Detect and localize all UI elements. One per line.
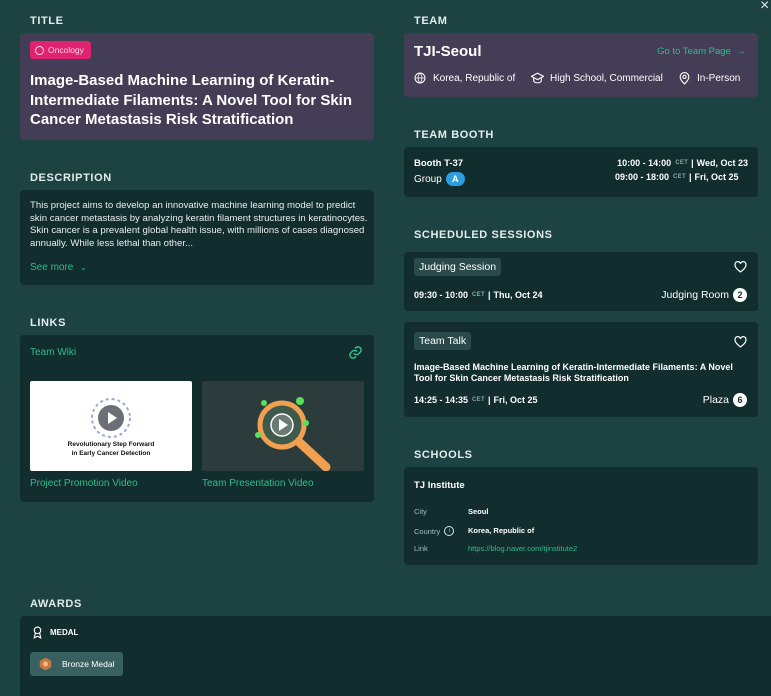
session-card-team-talk: Team Talk Image-Based Machine Learning o… bbox=[404, 322, 758, 417]
booth-time-1-range: 10:00 - 14:00 bbox=[617, 158, 672, 168]
team-booth-card: Booth T-37 Group A 10:00 - 14:00 CET | W… bbox=[404, 147, 758, 197]
oncology-icon bbox=[35, 45, 44, 55]
divider: | bbox=[487, 290, 491, 300]
schools-section-label: SCHOOLS bbox=[414, 449, 473, 461]
see-more-label: See more bbox=[30, 262, 74, 273]
booth-group: Group A bbox=[414, 172, 465, 186]
session-card-judging: Judging Session 09:30 - 10:00 CET | Thu,… bbox=[404, 252, 758, 311]
medal-heading: MEDAL bbox=[32, 626, 78, 639]
close-button[interactable]: × bbox=[760, 0, 769, 15]
session-day: Fri, Oct 25 bbox=[493, 395, 538, 405]
session-room: Judging Room 2 bbox=[661, 288, 747, 302]
session-room-label: Judging Room bbox=[661, 289, 729, 301]
school-country-label: Country bbox=[414, 526, 441, 536]
heart-icon[interactable] bbox=[734, 336, 747, 348]
scheduled-sessions-section-label: SCHEDULED SESSIONS bbox=[414, 229, 553, 241]
divider: | bbox=[691, 158, 694, 168]
team-name: TJI-Seoul bbox=[414, 43, 482, 60]
team-country-label: Korea, Republic of bbox=[433, 72, 516, 84]
arrow-right-icon: → bbox=[736, 46, 747, 57]
session-tz: CET bbox=[472, 397, 485, 403]
booth-time-2: 09:00 - 18:00 CET | Fri, Oct 25 bbox=[615, 172, 739, 182]
room-number-badge: 2 bbox=[733, 288, 747, 302]
booth-time-1: 10:00 - 14:00 CET | Wed, Oct 23 bbox=[617, 158, 748, 168]
session-time-range: 14:25 - 14:35 bbox=[414, 395, 469, 405]
medal-heading-label: MEDAL bbox=[50, 628, 79, 637]
graduation-cap-icon bbox=[531, 72, 544, 84]
school-link[interactable]: https://blog.naver.com/tjinstitute2 bbox=[468, 544, 577, 553]
description-section-label: DESCRIPTION bbox=[30, 172, 112, 184]
divider: | bbox=[688, 172, 692, 182]
school-card: TJ Institute City Seoul Country i Korea,… bbox=[404, 467, 758, 565]
category-badge-label: Oncology bbox=[48, 45, 84, 55]
booth-time-2-range: 09:00 - 18:00 bbox=[615, 172, 670, 182]
links-card: Team Wiki Revolutionary Step Forward in … bbox=[20, 335, 374, 502]
session-title: Image-Based Machine Learning of Keratin-… bbox=[414, 362, 733, 383]
school-city-label: City bbox=[414, 507, 427, 516]
magnifier-icon bbox=[255, 397, 331, 471]
bronze-medal-badge: Bronze Medal bbox=[30, 652, 124, 676]
team-booth-section-label: TEAM BOOTH bbox=[414, 129, 494, 141]
session-time: 14:25 - 14:35 CET | Fri, Oct 25 bbox=[414, 395, 538, 405]
see-more-link[interactable]: See more ⌄ bbox=[30, 262, 87, 273]
description-card: This project aims to develop an innovati… bbox=[20, 190, 374, 285]
project-title: Image-Based Machine Learning of Keratin-… bbox=[30, 72, 352, 128]
info-icon[interactable]: i bbox=[444, 526, 455, 536]
team-section-label: TEAM bbox=[414, 15, 448, 27]
heart-icon[interactable] bbox=[734, 261, 747, 273]
team-wiki-link[interactable]: Team Wiki bbox=[30, 347, 76, 358]
project-promotion-video-link[interactable]: Project Promotion Video bbox=[30, 478, 138, 489]
team-format: In-Person bbox=[679, 72, 740, 85]
team-presentation-video-link[interactable]: Team Presentation Video bbox=[202, 478, 314, 489]
thumbnail-text-line-1: Revolutionary Step Forward bbox=[67, 441, 155, 448]
go-to-team-page-link[interactable]: Go to Team Page → bbox=[657, 46, 746, 57]
bronze-medal-icon bbox=[39, 657, 52, 671]
team-format-label: In-Person bbox=[697, 73, 741, 84]
awards-section-label: AWARDS bbox=[30, 598, 82, 610]
session-room-label: Plaza bbox=[702, 394, 729, 406]
session-day: Thu, Oct 24 bbox=[493, 290, 543, 300]
divider: | bbox=[487, 395, 491, 405]
school-city: Seoul bbox=[468, 507, 489, 516]
chevron-down-icon: ⌄ bbox=[80, 263, 87, 272]
awards-card: MEDAL Bronze Medal bbox=[20, 616, 771, 696]
booth-group-label: Group bbox=[414, 173, 442, 185]
description-text: This project aims to develop an innovati… bbox=[30, 200, 368, 249]
booth-time-1-tz: CET bbox=[675, 160, 689, 166]
project-promotion-video-thumbnail[interactable]: Revolutionary Step Forward in Early Canc… bbox=[30, 381, 192, 471]
group-badge: A bbox=[445, 172, 465, 186]
title-section-label: TITLE bbox=[30, 15, 64, 27]
globe-icon bbox=[414, 72, 426, 84]
room-number-badge: 6 bbox=[733, 393, 747, 407]
team-country: Korea, Republic of bbox=[414, 72, 515, 84]
team-card: TJI-Seoul Go to Team Page → Korea, Repub… bbox=[404, 33, 758, 97]
links-section-label: LINKS bbox=[30, 317, 66, 329]
thumbnail-text-line-2: in Early Cancer Detection bbox=[71, 450, 151, 457]
school-link-label: Link bbox=[414, 544, 428, 553]
circuit-logo-icon bbox=[91, 398, 131, 438]
title-card: Oncology Image-Based Machine Learning of… bbox=[20, 33, 374, 140]
booth-time-1-day: Wed, Oct 23 bbox=[696, 158, 748, 168]
team-presentation-video-thumbnail[interactable] bbox=[202, 381, 364, 471]
session-time: 09:30 - 10:00 CET | Thu, Oct 24 bbox=[414, 290, 543, 300]
session-room: Plaza 6 bbox=[703, 393, 747, 407]
booth-time-2-day: Fri, Oct 25 bbox=[694, 172, 739, 182]
team-school-type-label: High School, Commercial bbox=[550, 72, 663, 84]
category-badge: Oncology bbox=[30, 41, 91, 59]
booth-time-2-tz: CET bbox=[673, 174, 686, 180]
session-tag: Judging Session bbox=[414, 258, 502, 276]
session-tz: CET bbox=[472, 292, 485, 298]
session-time-range: 09:30 - 10:00 bbox=[414, 290, 469, 300]
session-tag: Team Talk bbox=[414, 332, 472, 350]
award-ribbon-icon bbox=[33, 626, 42, 639]
booth-number: Booth T-37 bbox=[414, 158, 464, 169]
location-pin-icon bbox=[679, 72, 690, 85]
go-to-team-page-label: Go to Team Page bbox=[657, 46, 731, 57]
team-school-type: High School, Commercial bbox=[531, 72, 663, 84]
school-name: TJ Institute bbox=[414, 480, 465, 491]
link-icon[interactable] bbox=[348, 345, 363, 360]
school-country-label-row: Country i bbox=[414, 526, 455, 536]
bronze-medal-label: Bronze Medal bbox=[62, 659, 115, 669]
school-country: Korea, Republic of bbox=[468, 526, 535, 535]
